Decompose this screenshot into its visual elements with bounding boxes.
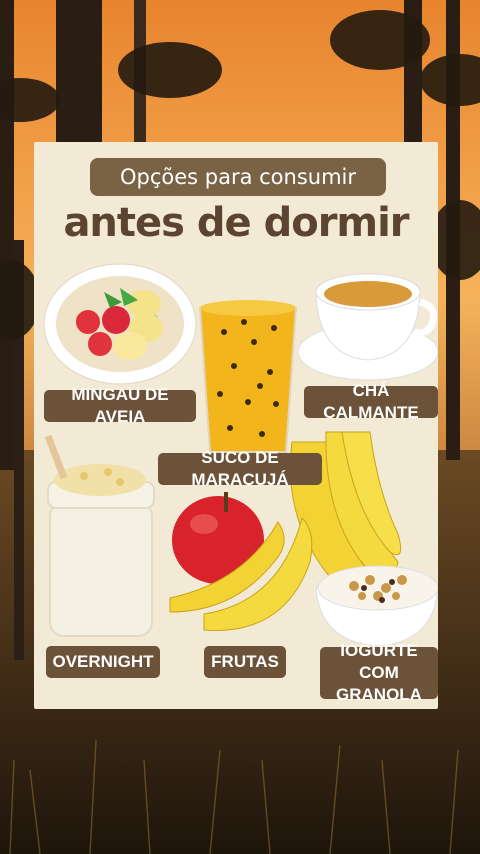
- label-cha: CHÁ CALMANTE: [304, 381, 438, 422]
- oatmeal-bowl: [43, 263, 197, 385]
- headline: antes de dormir: [63, 200, 409, 246]
- label-iogurte-line2: GRANOLA: [336, 685, 422, 704]
- label-suco: SUCO DE MARACUJÁ: [158, 448, 322, 489]
- label-iogurte: IOGURTE COM GRANOLA: [320, 641, 438, 704]
- label-mingau: MINGAU DE AVEIA: [44, 385, 196, 426]
- label-iogurte-line1: IOGURTE COM: [340, 641, 418, 682]
- yogurt-bowl: [315, 565, 438, 647]
- tea-cup: [297, 273, 438, 381]
- label-frutas: FRUTAS: [204, 646, 286, 678]
- subtitle-pill: Opções para consumir: [90, 158, 386, 196]
- label-overnight: OVERNIGHT: [46, 646, 160, 678]
- overnight-jar: [44, 434, 155, 637]
- infographic-card: Opções para consumir antes de dormir MIN…: [34, 142, 438, 709]
- juice-glass: [198, 300, 298, 453]
